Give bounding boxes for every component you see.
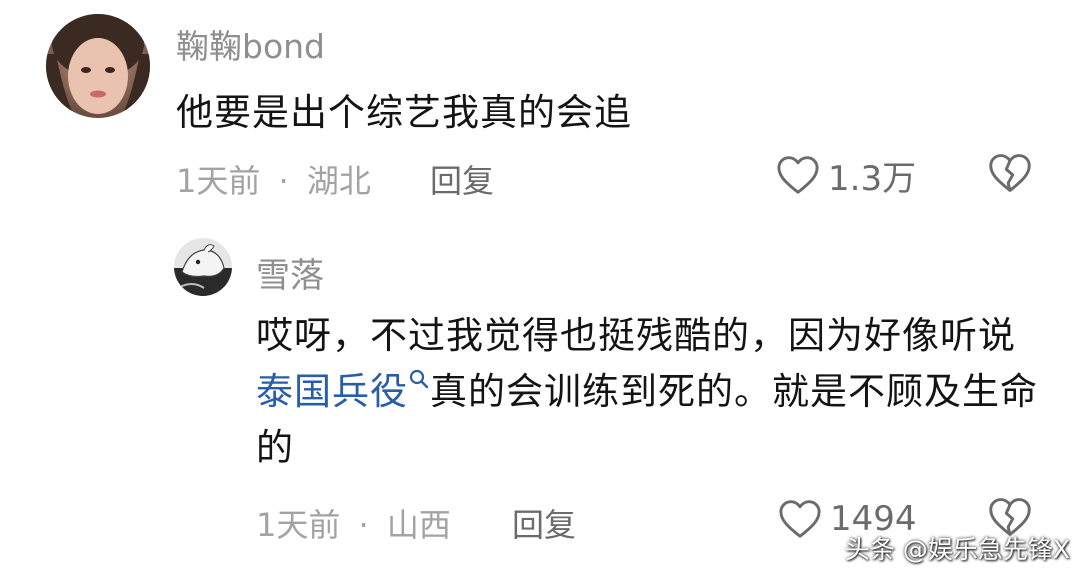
search-icon [409, 369, 429, 389]
search-link[interactable]: 泰国兵役 [256, 369, 430, 413]
comment-username[interactable]: 鞠鞠bond [176, 20, 325, 68]
like-button[interactable]: 1.3万 [776, 152, 917, 199]
like-count: 1.3万 [828, 158, 917, 199]
search-link-label: 泰国兵役 [256, 370, 408, 413]
comment-location: 山西 [386, 506, 451, 544]
avatar[interactable] [174, 238, 232, 296]
comment-meta: 1天前 · 湖北 [176, 156, 371, 202]
comment-username[interactable]: 雪落 [256, 248, 324, 297]
heart-outline-icon [777, 156, 819, 194]
avatar-image [46, 14, 150, 118]
avatar[interactable] [46, 14, 150, 118]
avatar-image [174, 238, 232, 296]
comment-time: 1天前 [256, 506, 341, 544]
meta-separator: · [358, 506, 369, 544]
meta-separator: · [278, 162, 289, 200]
reply-button[interactable]: 回复 [512, 500, 576, 546]
comment-text: 哎呀，不过我觉得也挺残酷的，因为好像听说泰国兵役 真的会训练到死的。就是不顾及生… [256, 308, 1046, 476]
comment-text-part: 哎呀，不过我觉得也挺残酷的，因为好像听说 [256, 314, 1016, 357]
comment-time: 1天前 [176, 162, 261, 200]
reply-button[interactable]: 回复 [430, 156, 494, 202]
dislike-button[interactable] [988, 152, 1032, 198]
heart-outline-icon [779, 500, 821, 538]
comment-meta: 1天前 · 山西 [256, 500, 451, 546]
broken-heart-icon [989, 154, 1031, 192]
comment-text: 他要是出个综艺我真的会追 [176, 91, 632, 134]
comment-location: 湖北 [306, 162, 371, 200]
watermark: 头条 @娱乐急先锋X [844, 535, 1070, 564]
